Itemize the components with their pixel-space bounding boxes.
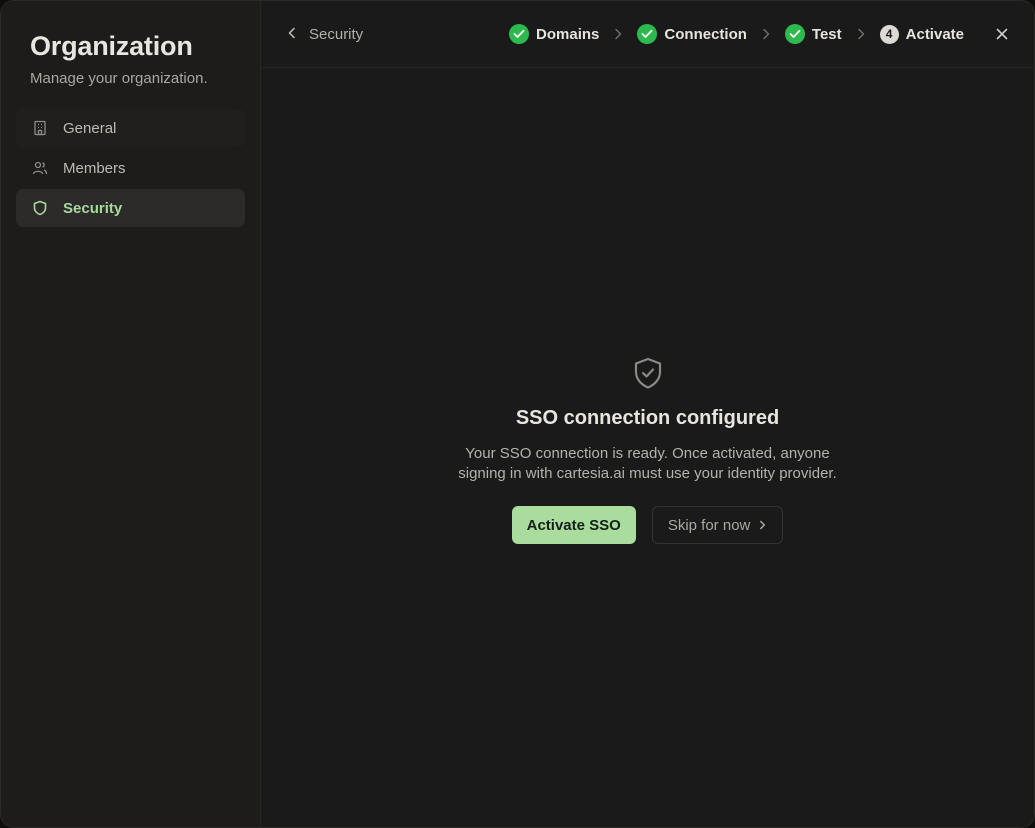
chevron-right-icon	[747, 28, 785, 40]
wizard-steps: Domains Connection Test 4 Activate	[509, 24, 964, 44]
description-line: Your SSO connection is ready. Once activ…	[465, 445, 830, 462]
skip-button[interactable]: Skip for now	[651, 506, 784, 544]
sidebar-item-members[interactable]: Members	[16, 149, 245, 187]
back-label: Security	[309, 25, 364, 43]
step-connection: Connection	[637, 24, 747, 44]
wizard-header: Security Domains Connection Test 4 Activ…	[261, 1, 1034, 68]
chevron-left-icon	[287, 26, 297, 43]
sidebar-nav: General Members Security	[16, 109, 245, 227]
skip-button-label: Skip for now	[667, 516, 751, 534]
sidebar-subtitle: Manage your organization.	[30, 70, 208, 87]
shield-icon	[32, 200, 48, 216]
confirmation-heading: SSO connection configured	[515, 407, 780, 429]
step-number-badge: 4	[879, 24, 899, 44]
chevron-right-icon	[842, 28, 880, 40]
description-line: signing in with cartesia.ai must use you…	[458, 465, 837, 482]
step-test: Test	[784, 24, 842, 44]
sidebar-item-general[interactable]: General	[16, 109, 245, 147]
check-circle-icon	[784, 24, 805, 44]
confirmation-description: Your SSO connection is ready. Once activ…	[458, 444, 837, 484]
main-panel: Security Domains Connection Test 4 Activ…	[261, 1, 1034, 827]
step-label: Activate	[905, 25, 964, 43]
building-icon	[32, 120, 48, 136]
shield-check-icon	[631, 356, 665, 390]
chevron-right-icon	[599, 28, 637, 40]
check-circle-icon	[509, 24, 530, 44]
step-label: Connection	[664, 25, 747, 43]
confirmation-panel: SSO connection configured Your SSO conne…	[261, 356, 1034, 544]
close-icon[interactable]	[994, 26, 1010, 42]
step-label: Domains	[536, 25, 600, 43]
sidebar-item-label: Security	[63, 199, 123, 217]
sidebar-title: Organization	[30, 31, 193, 61]
chevron-right-icon	[759, 517, 766, 534]
users-icon	[32, 160, 48, 176]
step-domains: Domains	[509, 24, 599, 44]
sidebar: Organization Manage your organization. G…	[1, 1, 261, 827]
activate-sso-button[interactable]: Activate SSO	[511, 506, 636, 544]
back-button[interactable]: Security	[287, 26, 363, 43]
step-label: Test	[811, 25, 842, 43]
settings-window: Organization Manage your organization. G…	[0, 0, 1035, 828]
check-circle-icon	[637, 24, 658, 44]
sidebar-item-label: General	[63, 119, 117, 137]
sidebar-item-label: Members	[63, 159, 126, 177]
sidebar-item-security[interactable]: Security	[16, 189, 245, 227]
action-buttons: Activate SSO Skip for now	[511, 506, 784, 544]
step-activate: 4 Activate	[879, 24, 964, 44]
